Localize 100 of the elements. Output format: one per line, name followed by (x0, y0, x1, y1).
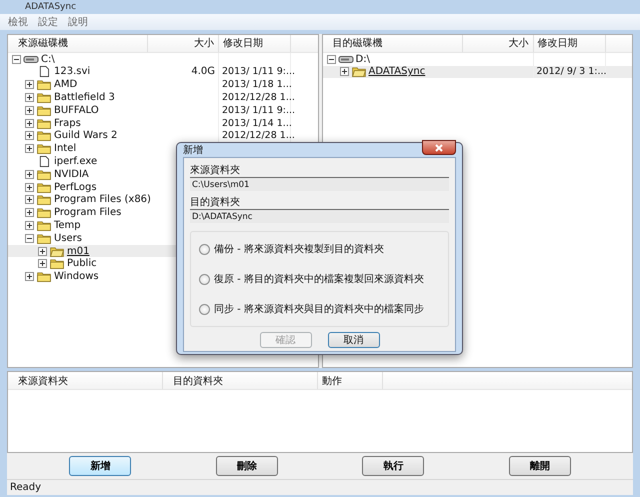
tree-item-label: Program Files (54, 207, 122, 218)
column-header[interactable]: 大小 (148, 34, 219, 52)
folder-icon (36, 220, 52, 231)
tree-item-label: AMD (54, 79, 78, 90)
drive-icon (338, 54, 354, 65)
expander-icon[interactable] (38, 246, 47, 256)
open-folder-icon (49, 246, 65, 257)
tree-item-label: Public (67, 258, 97, 270)
field-label: 來源資料夾 (190, 164, 241, 177)
folder-icon (36, 207, 52, 218)
expander-icon[interactable] (12, 54, 21, 64)
tree-item-label: Battlefield 3 (54, 92, 115, 103)
folder-icon (36, 92, 52, 103)
expander-icon[interactable] (25, 118, 34, 128)
expander-icon[interactable] (25, 106, 34, 115)
tree-item-label: Program Files (x86) (54, 194, 151, 206)
folder-icon (36, 143, 52, 154)
tree-item-label: BUFFALO (54, 104, 99, 116)
folder-icon (49, 258, 65, 270)
input-field[interactable]: C:\Users\m01 (190, 177, 449, 191)
expander-icon[interactable] (25, 195, 34, 204)
expander-icon[interactable] (25, 272, 34, 282)
date-text: 2013/ 1/11 9:... (222, 104, 296, 116)
menu-item[interactable]: 設定 (38, 14, 58, 29)
field-label: 目的資料夾 (190, 196, 241, 209)
column-header[interactable]: 目的磁碟機 (322, 34, 462, 52)
column-header[interactable]: 修改日期 (219, 34, 291, 52)
expander-icon[interactable] (326, 54, 336, 64)
column-header[interactable]: 動作 (318, 372, 383, 390)
date-text: 2013/ 1/18 1... (222, 79, 292, 90)
option-label: 同步 - 將來源資料夾與目的資料夾中的檔案同步 (214, 302, 424, 316)
option-label: 復原 - 將目的資料夾中的檔案複製回來源資料夾 (214, 272, 424, 286)
input-field[interactable]: D:\ADATASync (190, 209, 449, 223)
radio-button[interactable] (199, 244, 210, 254)
tree-row[interactable]: ADATASync 2012/ 9/ 3 1:... (322, 66, 632, 78)
action-button[interactable]: 離開 (508, 456, 571, 476)
expander-icon[interactable] (25, 170, 34, 179)
tree-item-label: D:\ (356, 54, 370, 65)
action-button[interactable]: 新增 (69, 456, 132, 476)
expander-icon[interactable] (340, 67, 348, 76)
expander-icon[interactable] (25, 208, 34, 218)
folder-icon (36, 130, 52, 142)
tree-row[interactable]: C:\ (8, 52, 318, 66)
action-button[interactable]: 執行 (362, 456, 424, 476)
date-text: 2012/ 9/ 3 1:... (536, 66, 607, 78)
folder-icon (36, 118, 52, 129)
expander-icon[interactable] (25, 80, 34, 90)
size-text: 4.0G (191, 66, 215, 78)
tree-item-label: m01 (67, 246, 90, 257)
tree-item-label: Guild Wars 2 (54, 130, 118, 142)
column-header[interactable]: 修改日期 (534, 34, 606, 52)
expander-icon[interactable] (38, 259, 47, 268)
menu-item[interactable]: 說明 (68, 14, 88, 29)
folder-icon (36, 194, 52, 206)
folder-icon (36, 79, 52, 90)
close-icon (434, 144, 444, 152)
action-button[interactable]: 刪除 (216, 456, 278, 476)
column-header[interactable]: 大小 (462, 34, 534, 52)
tree-row[interactable]: Fraps 2013/ 1/14 1... (8, 116, 318, 130)
menu-item[interactable]: 檢視 (8, 14, 28, 29)
open-folder-icon (350, 66, 366, 78)
expander-icon[interactable] (25, 92, 34, 102)
column-header[interactable]: 來源磁碟機 (8, 34, 148, 52)
tree-row[interactable]: BUFFALO 2013/ 1/11 9:... (8, 104, 318, 117)
tree-item-label: iperf.exe (54, 156, 98, 167)
tree-row[interactable]: 123.svi 4.0G 2013/ 1/11 9:... (8, 66, 318, 78)
folder-icon (36, 168, 52, 180)
tree-item-label: ADATASync (368, 66, 426, 78)
tree-item-label: NVIDIA (54, 168, 89, 180)
tree-item-label: Temp (54, 220, 81, 231)
tree-item-label: C:\ (41, 54, 55, 65)
folder-icon (36, 271, 52, 282)
column-header[interactable]: 來源資料夾 (8, 372, 163, 390)
tree-item-label: Intel (54, 143, 76, 154)
radio-button[interactable] (199, 274, 210, 284)
dialog-button[interactable]: 取消 (328, 332, 380, 348)
expander-icon[interactable] (25, 234, 34, 243)
folder-icon (36, 182, 52, 193)
drive-icon (23, 54, 39, 65)
tree-item-label: PerfLogs (54, 182, 97, 193)
expander-icon[interactable] (25, 131, 34, 140)
dialog-title: 新增 (183, 144, 203, 157)
folder-icon (36, 104, 52, 116)
tree-item-label: Fraps (54, 118, 81, 129)
folder-icon (36, 232, 52, 244)
tree-item-label: Windows (54, 271, 99, 282)
date-text: 2012/12/28 1... (222, 92, 295, 103)
status-text: Ready (10, 482, 42, 494)
tree-item-label: Users (54, 232, 82, 244)
tree-row[interactable]: Battlefield 3 2012/12/28 1... (8, 91, 318, 104)
tree-item-label: 123.svi (54, 66, 90, 78)
tree-row[interactable]: AMD 2013/ 1/18 1... (8, 78, 318, 92)
date-text: 2013/ 1/14 1... (222, 118, 292, 129)
radio-button[interactable] (199, 304, 210, 314)
close-button[interactable] (422, 140, 456, 155)
window-title: ADATASync (25, 2, 76, 12)
column-header[interactable]: 目的資料夾 (163, 372, 318, 390)
expander-icon[interactable] (25, 220, 34, 230)
expander-icon[interactable] (25, 182, 34, 192)
expander-icon[interactable] (25, 144, 34, 154)
